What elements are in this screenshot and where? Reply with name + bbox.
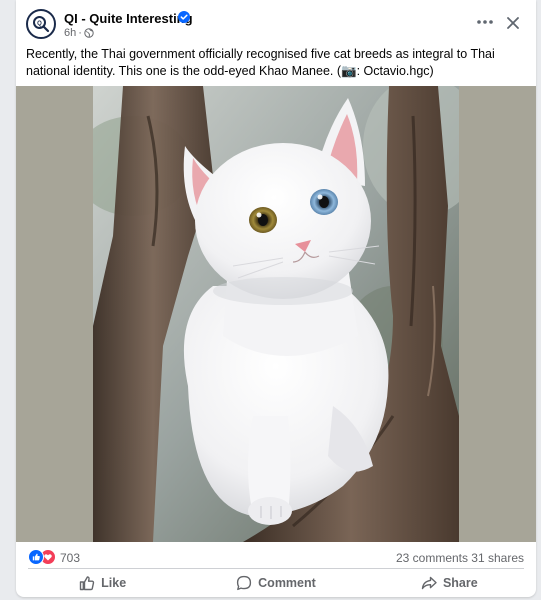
post-card: Q QI - Quite Interesting 6h · Recently, … xyxy=(16,0,536,597)
comment-label: Comment xyxy=(258,576,316,590)
share-button[interactable]: Share xyxy=(363,569,536,597)
verified-badge-icon xyxy=(178,11,190,23)
close-icon[interactable] xyxy=(502,12,524,34)
like-reaction-icon xyxy=(28,549,44,565)
svg-text:Q: Q xyxy=(37,21,42,27)
comment-button[interactable]: Comment xyxy=(189,569,362,597)
globe-icon xyxy=(84,28,94,38)
page-avatar[interactable]: Q xyxy=(26,9,56,39)
reaction-count[interactable]: 703 xyxy=(60,551,80,565)
like-button[interactable]: Like xyxy=(16,569,189,597)
cat-photo-image xyxy=(93,86,459,542)
post-meta: 6h · xyxy=(64,27,94,39)
page-name[interactable]: QI - Quite Interesting xyxy=(64,11,193,26)
shares-count[interactable]: 31 shares xyxy=(471,551,524,565)
post-stats: 703 23 comments 31 shares xyxy=(16,543,536,569)
post-actions: Like Comment Share xyxy=(16,569,536,597)
post-caption: Recently, the Thai government officially… xyxy=(26,47,495,78)
share-label: Share xyxy=(442,576,478,590)
reaction-icons[interactable] xyxy=(28,549,58,565)
post-time[interactable]: 6h xyxy=(64,27,76,39)
share-arrow-icon xyxy=(421,576,437,590)
comments-count[interactable]: 23 comments xyxy=(396,551,468,565)
thumbs-up-icon xyxy=(79,576,95,591)
meta-separator: · xyxy=(78,27,82,39)
like-label: Like xyxy=(101,576,127,590)
more-options-icon[interactable] xyxy=(474,12,496,32)
magnifier-logo-icon: Q xyxy=(33,16,50,33)
post-header: Q QI - Quite Interesting 6h · xyxy=(16,0,536,42)
post-media[interactable] xyxy=(16,86,536,542)
cat-photo[interactable] xyxy=(93,86,459,542)
comment-bubble-icon xyxy=(237,575,252,591)
